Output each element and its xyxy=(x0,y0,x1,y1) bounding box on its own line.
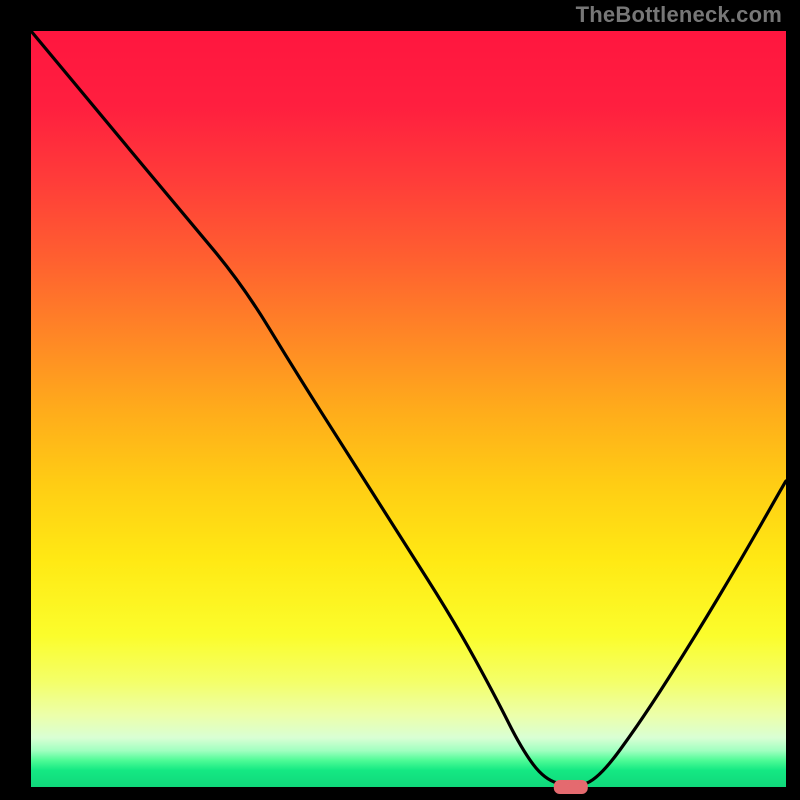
optimal-marker xyxy=(554,780,588,794)
watermark-text: TheBottleneck.com xyxy=(576,2,782,28)
bottleneck-chart xyxy=(0,0,800,800)
